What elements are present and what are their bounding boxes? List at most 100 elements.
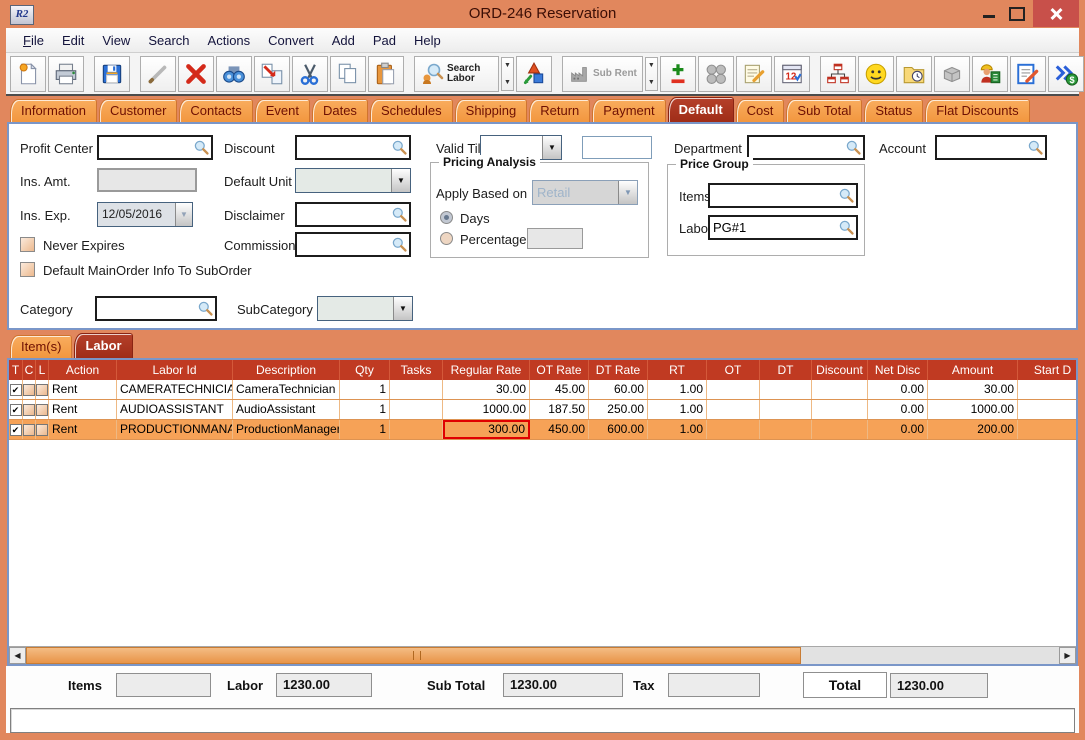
tab-information[interactable]: Information bbox=[10, 99, 97, 122]
default-unit-combo[interactable]: ▼ bbox=[295, 168, 411, 193]
grid-cell[interactable]: CAMERATECHNICIAN bbox=[117, 380, 233, 399]
tab-sub-total[interactable]: Sub Total bbox=[786, 99, 862, 122]
column-header[interactable]: C bbox=[23, 360, 36, 380]
column-header[interactable]: DT bbox=[760, 360, 812, 380]
grid-cell[interactable]: 30.00 bbox=[443, 380, 530, 399]
paste-button[interactable] bbox=[368, 56, 404, 92]
edit-note-button[interactable] bbox=[1010, 56, 1046, 92]
grid-cell[interactable] bbox=[812, 400, 868, 419]
new-document-button[interactable] bbox=[10, 56, 46, 92]
price-group-items-field[interactable] bbox=[708, 183, 858, 208]
tab-contacts[interactable]: Contacts bbox=[179, 99, 252, 122]
column-header[interactable]: T bbox=[9, 360, 23, 380]
c-checkbox[interactable] bbox=[23, 424, 35, 436]
account-input[interactable] bbox=[937, 137, 1027, 158]
close-button[interactable] bbox=[1033, 0, 1079, 27]
t-checkbox[interactable]: ✔ bbox=[10, 384, 22, 396]
minimize-button[interactable] bbox=[976, 0, 1002, 27]
edit-button[interactable] bbox=[140, 56, 176, 92]
search-icon[interactable] bbox=[1027, 139, 1044, 156]
tab-return[interactable]: Return bbox=[529, 99, 590, 122]
column-header[interactable]: RT bbox=[648, 360, 707, 380]
grid-cell[interactable]: 200.00 bbox=[928, 420, 1018, 439]
tab-flat-discounts[interactable]: Flat Discounts bbox=[925, 99, 1029, 122]
notepad-button[interactable] bbox=[736, 56, 772, 92]
column-header[interactable]: Start D bbox=[1018, 360, 1076, 380]
grid-cell[interactable] bbox=[707, 400, 760, 419]
groups-button[interactable] bbox=[698, 56, 734, 92]
grid-cell[interactable] bbox=[812, 380, 868, 399]
c-checkbox[interactable] bbox=[23, 384, 35, 396]
grid-cell[interactable] bbox=[707, 380, 760, 399]
column-header[interactable]: OT bbox=[707, 360, 760, 380]
disclaimer-field[interactable] bbox=[295, 202, 411, 227]
grid-cell[interactable]: 300.00 bbox=[443, 420, 530, 439]
forward-dollar-button[interactable]: $ bbox=[1048, 56, 1084, 92]
commission-input[interactable] bbox=[297, 234, 391, 255]
tab-status[interactable]: Status bbox=[864, 99, 923, 122]
grid-cell[interactable] bbox=[760, 400, 812, 419]
column-header[interactable]: L bbox=[36, 360, 49, 380]
delete-button[interactable] bbox=[178, 56, 214, 92]
subcategory-combo[interactable]: ▼ bbox=[317, 296, 413, 321]
org-chart-button[interactable] bbox=[820, 56, 856, 92]
column-header[interactable]: Tasks bbox=[390, 360, 443, 380]
price-group-labor-field[interactable] bbox=[708, 215, 858, 240]
search-icon[interactable] bbox=[391, 139, 408, 156]
grid-cell[interactable]: 1000.00 bbox=[443, 400, 530, 419]
scrollbar-thumb[interactable] bbox=[26, 647, 801, 664]
tab-default[interactable]: Default bbox=[668, 97, 734, 122]
menu-edit[interactable]: Edit bbox=[53, 33, 93, 48]
menu-convert[interactable]: Convert bbox=[259, 33, 323, 48]
scrollbar-track[interactable] bbox=[26, 647, 1059, 664]
column-header[interactable]: OT Rate bbox=[530, 360, 589, 380]
copy-button[interactable] bbox=[330, 56, 366, 92]
l-checkbox[interactable] bbox=[36, 424, 48, 436]
commission-field[interactable] bbox=[295, 232, 411, 257]
grid-cell[interactable] bbox=[707, 420, 760, 439]
find-button[interactable] bbox=[216, 56, 252, 92]
default-mainorder-checkbox[interactable] bbox=[20, 262, 35, 277]
menu-actions[interactable]: Actions bbox=[199, 33, 260, 48]
department-input[interactable] bbox=[749, 137, 845, 158]
grid-cell[interactable] bbox=[390, 420, 443, 439]
grid-cell[interactable]: 60.00 bbox=[589, 380, 648, 399]
grid-cell[interactable] bbox=[760, 420, 812, 439]
search-icon[interactable] bbox=[197, 300, 214, 317]
folder-history-button[interactable] bbox=[896, 56, 932, 92]
menu-view[interactable]: View bbox=[93, 33, 139, 48]
department-field[interactable] bbox=[747, 135, 865, 160]
grid-cell[interactable]: 1.00 bbox=[648, 420, 707, 439]
maximize-button[interactable] bbox=[1004, 0, 1030, 27]
tab-dates[interactable]: Dates bbox=[312, 99, 368, 122]
never-expires-checkbox[interactable] bbox=[20, 237, 35, 252]
grid-cell[interactable]: Rent bbox=[49, 380, 117, 399]
price-group-labor-input[interactable] bbox=[710, 217, 838, 238]
grid-row[interactable]: ✔ RentCAMERATECHNICIANCameraTechnician1 30… bbox=[9, 380, 1076, 400]
column-header[interactable]: Net Disc bbox=[868, 360, 928, 380]
valid-till-input[interactable] bbox=[582, 136, 652, 159]
grid-cell[interactable]: 450.00 bbox=[530, 420, 589, 439]
grid-row[interactable]: ✔RentAUDIOASSISTANTAudioAssistant11000.0… bbox=[9, 400, 1076, 420]
print-button[interactable] bbox=[48, 56, 84, 92]
subtab-items[interactable]: Item(s) bbox=[10, 335, 72, 358]
grid-cell[interactable] bbox=[760, 380, 812, 399]
scroll-left-icon[interactable]: ◀ bbox=[9, 647, 26, 664]
grid-cell[interactable]: 600.00 bbox=[589, 420, 648, 439]
grid-cell[interactable]: 1000.00 bbox=[928, 400, 1018, 419]
worker-ledger-button[interactable] bbox=[972, 56, 1008, 92]
disclaimer-input[interactable] bbox=[297, 204, 391, 225]
grid-cell[interactable]: 1 bbox=[340, 380, 390, 399]
save-button[interactable] bbox=[94, 56, 130, 92]
tab-schedules[interactable]: Schedules bbox=[370, 99, 453, 122]
cut-button[interactable] bbox=[292, 56, 328, 92]
grid-cell[interactable]: PRODUCTIONMANA... bbox=[117, 420, 233, 439]
chevron-down-icon[interactable]: ▼ bbox=[542, 136, 561, 159]
search-icon[interactable] bbox=[838, 219, 855, 236]
column-header[interactable]: Regular Rate bbox=[443, 360, 530, 380]
grid-cell[interactable] bbox=[1018, 400, 1076, 419]
grid-cell[interactable]: CameraTechnician bbox=[233, 380, 340, 399]
discount-input[interactable] bbox=[297, 137, 391, 158]
t-checkbox[interactable]: ✔ bbox=[10, 404, 22, 416]
grid-cell[interactable]: Rent bbox=[49, 420, 117, 439]
